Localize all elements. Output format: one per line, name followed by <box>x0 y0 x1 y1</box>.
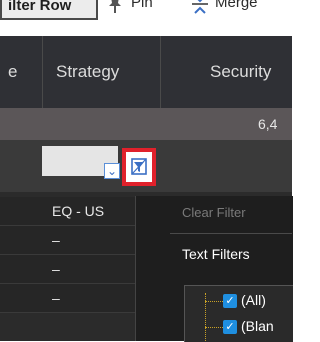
security-total-value: 6,4 <box>258 116 278 132</box>
strategy-cell: – <box>52 290 60 306</box>
table-row[interactable]: – <box>0 255 135 284</box>
text-filters-menu-item[interactable]: Text Filters <box>182 246 250 262</box>
merge-icon[interactable] <box>192 0 208 14</box>
blanks-checkbox[interactable]: ✓ <box>223 320 237 334</box>
filter-values-list[interactable] <box>184 285 293 342</box>
filter-options-button[interactable] <box>122 148 156 186</box>
column-header-security[interactable]: Security <box>210 62 271 82</box>
strategy-cell: EQ - US <box>52 203 105 219</box>
blanks-checkbox-label[interactable]: (Blan <box>241 318 274 334</box>
table-row[interactable]: – <box>0 284 135 313</box>
totals-row <box>0 108 292 140</box>
tree-connector <box>205 301 223 302</box>
clear-filter-menu-item[interactable]: Clear Filter <box>182 205 246 220</box>
merge-button-label[interactable]: Merge <box>215 0 258 11</box>
pin-button-label[interactable]: Pin <box>131 0 153 11</box>
all-checkbox-label[interactable]: (All) <box>241 292 266 308</box>
pin-icon[interactable] <box>108 0 122 13</box>
column-header-partial[interactable]: e <box>8 62 17 82</box>
table-row[interactable]: EQ - US <box>0 197 135 226</box>
filter-funnel-icon <box>131 158 147 175</box>
column-header-strategy[interactable]: Strategy <box>56 62 119 82</box>
table-row[interactable]: – <box>0 226 135 255</box>
strategy-cell: – <box>52 261 60 277</box>
filter-row-button[interactable]: ilter Row <box>0 0 98 20</box>
menu-divider <box>170 233 292 234</box>
strategy-cell: – <box>52 232 60 248</box>
all-checkbox[interactable]: ✓ <box>223 294 237 308</box>
tree-connector <box>205 327 223 328</box>
strategy-filter-dropdown-button[interactable]: ⌄ <box>104 163 120 179</box>
